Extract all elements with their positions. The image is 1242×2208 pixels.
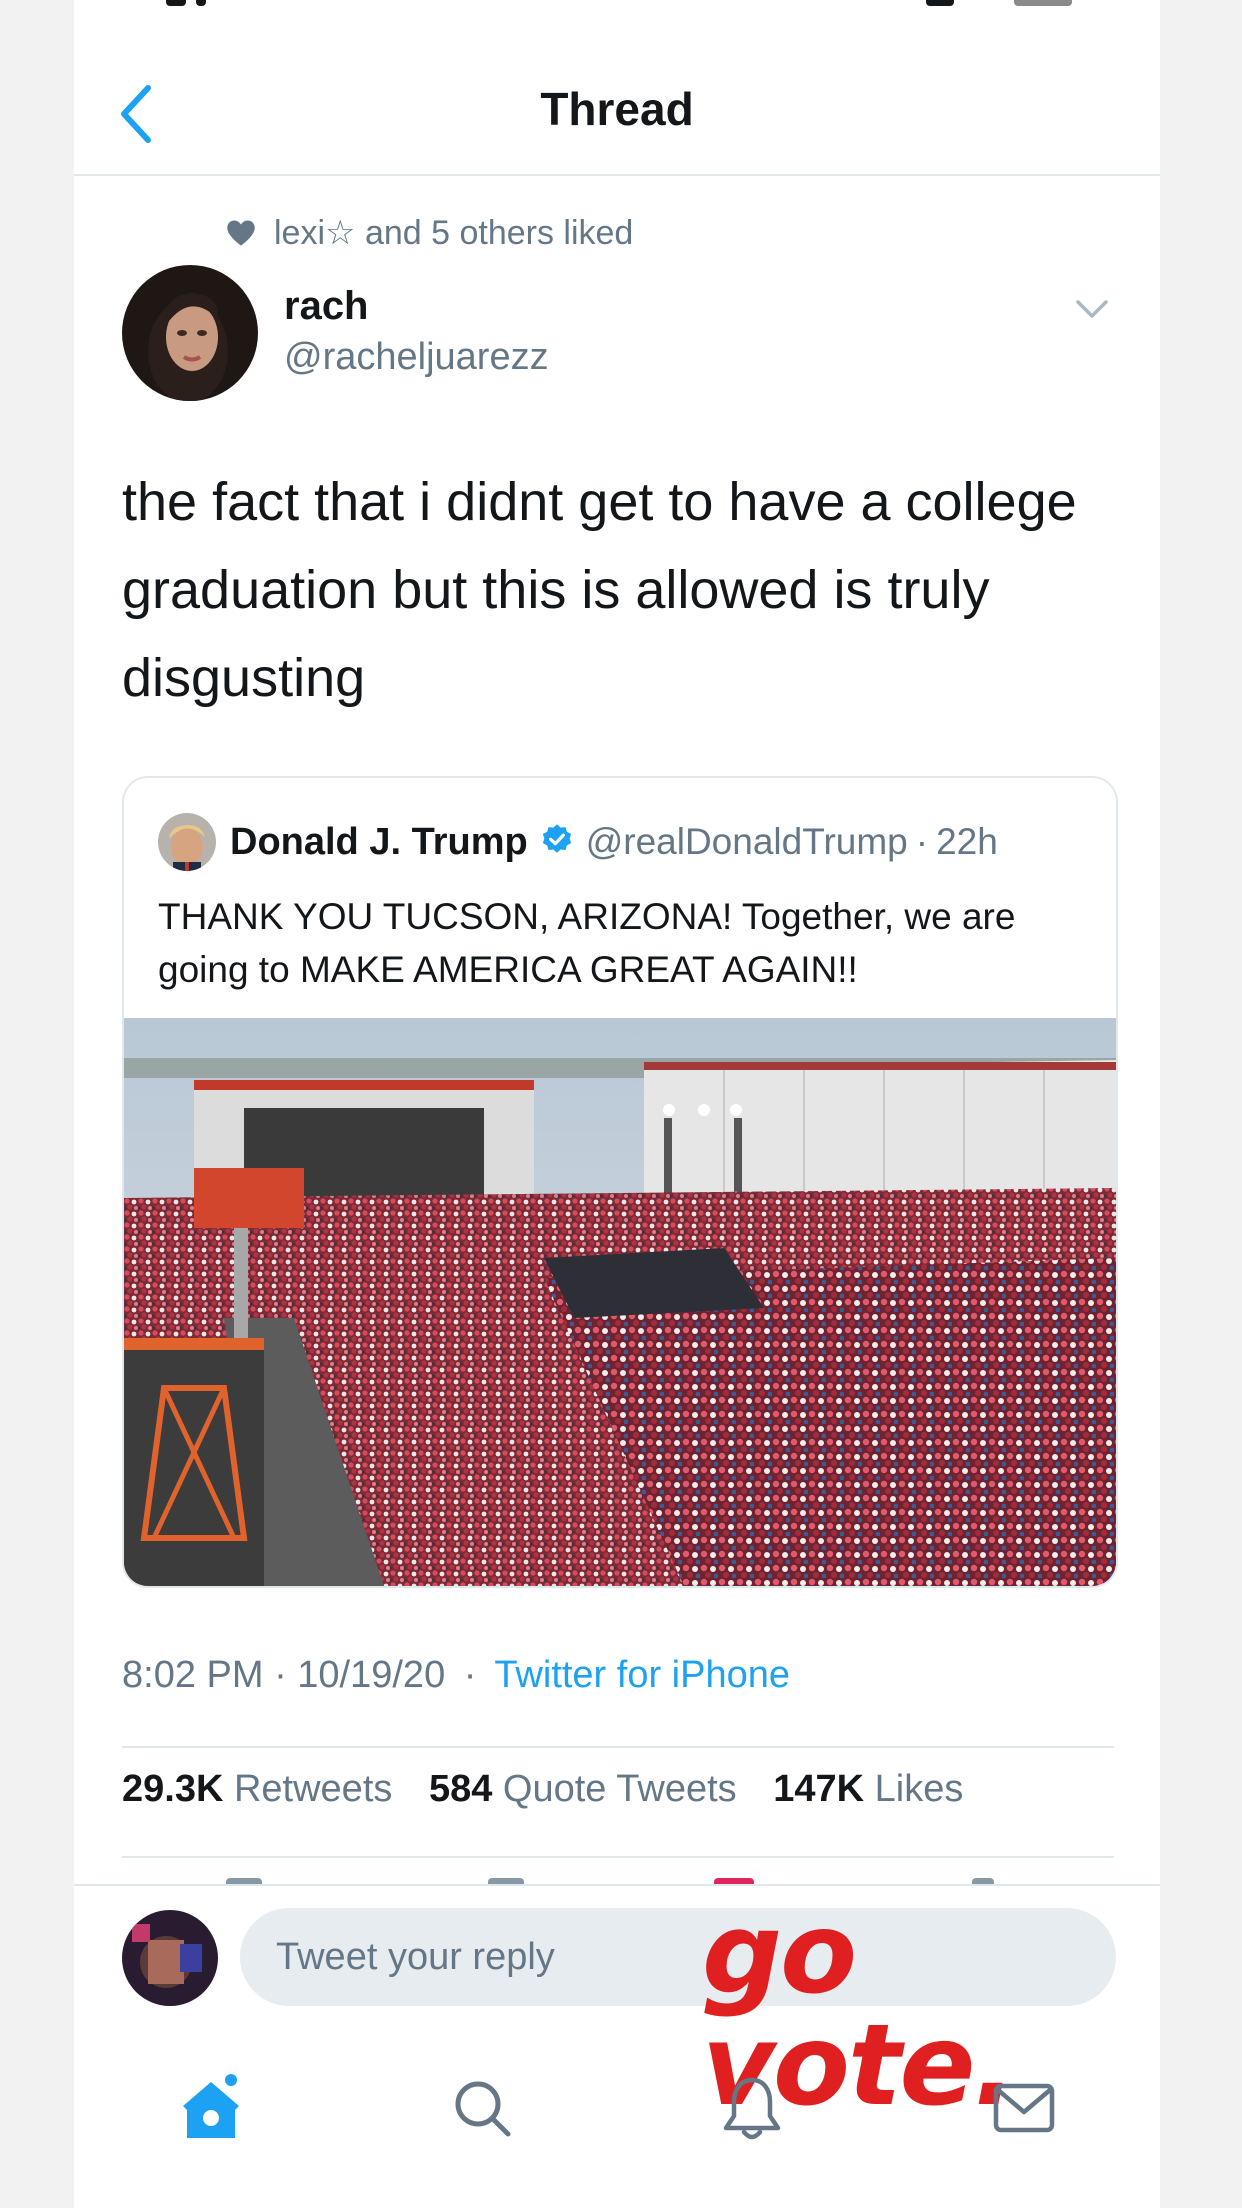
mail-icon xyxy=(993,2083,1055,2133)
quoted-author-name: Donald J. Trump xyxy=(230,820,528,863)
bell-icon xyxy=(723,2077,781,2140)
author-handle[interactable]: @racheljuarezz xyxy=(284,336,549,379)
home-icon xyxy=(183,2074,239,2138)
search-icon xyxy=(455,2081,511,2137)
quotes-count[interactable]: 584 xyxy=(429,1768,492,1810)
verified-badge-icon xyxy=(540,823,574,862)
author-name[interactable]: rach xyxy=(284,284,369,329)
heart-icon xyxy=(227,220,255,246)
tweet-options-button[interactable] xyxy=(1070,290,1114,330)
chevron-down-icon xyxy=(1076,300,1108,318)
profile-photo xyxy=(122,265,258,401)
quoted-author-handle: @realDonaldTrump xyxy=(585,821,908,862)
reply-avatar[interactable] xyxy=(122,1910,218,2006)
tweet-timestamp: 8:02 PM · 10/19/20 xyxy=(122,1654,446,1696)
divider xyxy=(122,1746,1114,1748)
quoted-tweet-header: Donald J. Trump @realDonaldTrump · 22h xyxy=(158,812,998,872)
retweets-label[interactable]: Retweets xyxy=(234,1768,392,1810)
tweet-source-link[interactable]: Twitter for iPhone xyxy=(494,1654,790,1696)
social-context[interactable]: lexi☆ and 5 others liked xyxy=(226,210,633,256)
status-bar xyxy=(74,0,1160,10)
quotes-label[interactable]: Quote Tweets xyxy=(503,1768,737,1810)
quoted-avatar xyxy=(158,813,216,871)
tweet-stats: 29.3K Retweets 584 Quote Tweets 147K Lik… xyxy=(122,1768,989,1811)
quoted-separator: · xyxy=(915,821,929,862)
avatar[interactable] xyxy=(122,265,258,401)
divider xyxy=(122,1856,1114,1858)
thread-screen: Thread lexi☆ and 5 others liked rach @ra… xyxy=(74,0,1160,2208)
tweet-meta: 8:02 PM · 10/19/20 · Twitter for iPhone xyxy=(122,1654,790,1697)
quoted-time: 22h xyxy=(936,821,998,862)
social-context-text: lexi☆ and 5 others liked xyxy=(274,214,634,252)
page-title: Thread xyxy=(540,83,694,135)
tab-search[interactable] xyxy=(442,2068,522,2148)
quoted-tweet-card[interactable]: Donald J. Trump @realDonaldTrump · 22h T… xyxy=(122,776,1118,1588)
quoted-tweet-text: THANK YOU TUCSON, ARIZONA! Together, we … xyxy=(158,896,1016,990)
likes-count[interactable]: 147K xyxy=(773,1768,864,1810)
tab-notifications[interactable] xyxy=(712,2068,792,2148)
tweet-text: the fact that i didnt get to have a coll… xyxy=(122,472,1077,708)
quoted-media-image[interactable] xyxy=(124,1018,1116,1586)
likes-label[interactable]: Likes xyxy=(875,1768,964,1810)
reply-divider xyxy=(74,1884,1160,1886)
meta-separator: · xyxy=(463,1654,477,1696)
retweets-count[interactable]: 29.3K xyxy=(122,1768,223,1810)
tab-home[interactable] xyxy=(172,2068,252,2148)
header: Thread xyxy=(74,60,1160,176)
tab-messages[interactable] xyxy=(984,2068,1064,2148)
